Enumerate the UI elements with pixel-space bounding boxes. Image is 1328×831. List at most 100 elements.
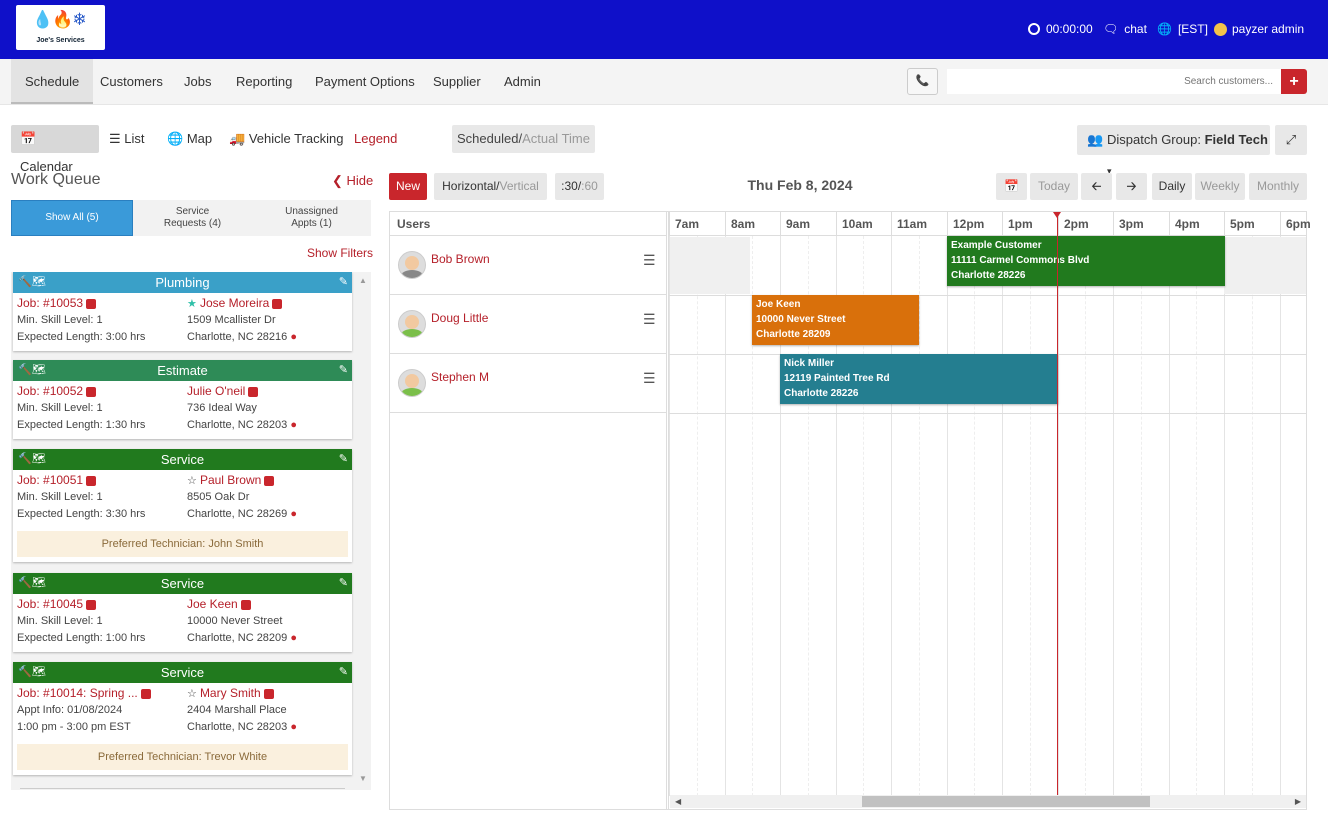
customer-link[interactable]: Jose Moreira xyxy=(200,296,269,310)
tools-icon[interactable]: 🔨🗺 xyxy=(18,272,46,293)
user-row[interactable]: Doug Little ☰ xyxy=(390,295,666,354)
customer-link[interactable]: Paul Brown xyxy=(200,473,261,487)
view-calendar[interactable]: 📅 Calendar xyxy=(11,125,99,174)
job-number-link[interactable]: Job: #10045 xyxy=(17,597,83,611)
external-link-icon[interactable] xyxy=(140,689,151,700)
customer-link[interactable]: Joe Keen xyxy=(187,597,238,611)
star-outline-icon[interactable]: ☆ xyxy=(187,475,197,487)
map-pin-icon[interactable]: ● xyxy=(290,331,297,343)
next-button[interactable]: 🡢 xyxy=(1116,173,1147,200)
nav-schedule[interactable]: Schedule xyxy=(11,59,94,104)
orientation-toggle[interactable]: Horizontal/Vertical xyxy=(434,173,547,200)
weekly-button[interactable]: Weekly xyxy=(1195,173,1245,200)
external-link-icon[interactable] xyxy=(86,387,97,398)
job-card[interactable]: 🔨🗺 Service ✎ Job: #10051 ☆ Paul Brown Min. Sk… xyxy=(13,449,352,562)
nav-supplier[interactable]: Supplier xyxy=(419,59,495,104)
edit-icon[interactable]: ✎ xyxy=(339,272,348,293)
tab-unassigned-appts[interactable]: Unassigned Appts (1) xyxy=(252,200,371,236)
legend-link[interactable]: Legend xyxy=(354,125,397,153)
external-link-icon[interactable] xyxy=(86,299,97,310)
work-queue-list[interactable]: 🔨🗺 Plumbing ✎ Job: #10053 ★ Jose Moreira Min.… xyxy=(11,272,371,790)
user-row[interactable]: Bob Brown ☰ xyxy=(390,236,666,295)
company-logo[interactable]: 💧🔥❄ Joe's Services xyxy=(16,5,105,50)
map-pin-icon[interactable]: ● xyxy=(290,632,297,644)
view-list[interactable]: ☰ List xyxy=(100,125,154,153)
scrollbar-thumb[interactable] xyxy=(862,796,1150,807)
appointment-block[interactable]: Example Customer 11111 Carmel Commons Blv… xyxy=(947,236,1225,286)
job-number-link[interactable]: Job: #10053 xyxy=(17,296,83,310)
new-button[interactable]: New xyxy=(389,173,427,200)
today-button[interactable]: Today xyxy=(1030,173,1078,200)
star-outline-icon[interactable]: ☆ xyxy=(187,688,197,700)
timezone-link[interactable]: 🌐 [EST] xyxy=(1157,20,1208,38)
external-link-icon[interactable] xyxy=(240,600,251,611)
external-link-icon[interactable] xyxy=(248,387,259,398)
dispatch-group-dropdown[interactable]: 👥 Dispatch Group: Field Tech ▾ xyxy=(1077,125,1270,176)
external-link-icon[interactable] xyxy=(272,299,283,310)
user-name-link[interactable]: Bob Brown xyxy=(431,252,490,266)
tools-icon[interactable]: 🔨🗺 xyxy=(18,360,46,381)
external-link-icon[interactable] xyxy=(86,600,97,611)
chat-link[interactable]: 🗨 chat xyxy=(1103,20,1147,38)
view-map[interactable]: 🌐 Map xyxy=(158,125,221,153)
job-number-link[interactable]: Job: #10014: Spring ... xyxy=(17,686,138,700)
job-card[interactable]: 🔨🗺 Plumbing ✎ Job: #10053 ★ Jose Moreira Min.… xyxy=(13,272,352,351)
edit-icon[interactable]: ✎ xyxy=(339,573,348,594)
user-row[interactable]: Stephen M ☰ xyxy=(390,354,666,413)
customer-link[interactable]: Mary Smith xyxy=(200,686,261,700)
job-number-link[interactable]: Job: #10052 xyxy=(17,384,83,398)
job-card[interactable]: 🔨🗺 Service ✎ Job: #10014: Spring ... ☆ Mary … xyxy=(13,662,352,775)
timer[interactable]: 00:00:00 xyxy=(1028,20,1093,38)
interval-toggle[interactable]: :30/:60 xyxy=(555,173,604,200)
edit-icon[interactable]: ✎ xyxy=(339,449,348,470)
scroll-left-icon[interactable]: ◀ xyxy=(675,795,681,808)
edit-icon[interactable]: ✎ xyxy=(339,360,348,381)
job-number-link[interactable]: Job: #10051 xyxy=(17,473,83,487)
view-vehicle-tracking[interactable]: 🚚 Vehicle Tracking xyxy=(220,125,352,153)
tab-show-all[interactable]: Show All (5) xyxy=(11,200,133,236)
nav-payment-options[interactable]: Payment Options xyxy=(301,59,429,104)
scroll-right-icon[interactable]: ▶ xyxy=(1295,795,1301,808)
search-customers-input[interactable] xyxy=(947,69,1281,94)
show-filters-link[interactable]: Show Filters xyxy=(307,246,373,260)
nav-customers[interactable]: Customers xyxy=(86,59,177,104)
user-name-link[interactable]: Stephen M xyxy=(431,370,489,384)
scroll-down-icon[interactable]: ▼ xyxy=(359,774,367,783)
star-filled-icon[interactable]: ★ xyxy=(187,298,197,310)
scroll-up-icon[interactable]: ▲ xyxy=(359,276,367,285)
appointment-block[interactable]: Nick Miller 12119 Painted Tree Rd Charlott… xyxy=(780,354,1058,404)
queue-scrollbar[interactable]: ▲ ▼ xyxy=(355,272,371,790)
monthly-button[interactable]: Monthly xyxy=(1249,173,1307,200)
prev-button[interactable]: 🡠 xyxy=(1081,173,1112,200)
map-pin-icon[interactable]: ● xyxy=(290,419,297,431)
menu-icon[interactable]: ☰ xyxy=(643,252,656,269)
tools-icon[interactable]: 🔨🗺 xyxy=(18,449,46,470)
external-link-icon[interactable] xyxy=(263,689,274,700)
appointment-block[interactable]: Joe Keen 10000 Never Street Charlotte 2820… xyxy=(752,295,919,345)
tools-icon[interactable]: 🔨🗺 xyxy=(18,662,46,683)
add-customer-button[interactable]: + xyxy=(1281,69,1307,94)
user-name-link[interactable]: Doug Little xyxy=(431,311,488,325)
scheduled-actual-toggle[interactable]: Scheduled/Actual Time xyxy=(452,125,595,153)
external-link-icon[interactable] xyxy=(86,476,97,487)
nav-reporting[interactable]: Reporting xyxy=(222,59,306,104)
menu-icon[interactable]: ☰ xyxy=(643,311,656,328)
nav-jobs[interactable]: Jobs xyxy=(170,59,225,104)
edit-icon[interactable]: ✎ xyxy=(339,662,348,683)
daily-button[interactable]: Daily xyxy=(1152,173,1192,200)
map-pin-icon[interactable]: ● xyxy=(290,508,297,520)
nav-admin[interactable]: Admin xyxy=(490,59,555,104)
external-link-icon[interactable] xyxy=(264,476,275,487)
user-menu[interactable]: payzer admin xyxy=(1214,20,1304,38)
phone-button[interactable]: 📞 xyxy=(907,68,938,95)
customer-link[interactable]: Julie O'neil xyxy=(187,384,245,398)
hide-link[interactable]: ❮ Hide xyxy=(332,173,373,189)
date-picker-button[interactable]: 📅 xyxy=(996,173,1027,200)
map-pin-icon[interactable]: ● xyxy=(290,721,297,733)
job-card[interactable]: 🔨🗺 Estimate ✎ Job: #10052 Julie O'neil Min. S… xyxy=(13,360,352,439)
tab-service-requests[interactable]: Service Requests (4) xyxy=(133,200,252,236)
menu-icon[interactable]: ☰ xyxy=(643,370,656,387)
job-card[interactable]: 🔨🗺 Service ✎ Job: #10045 Joe Keen Min. Skill … xyxy=(13,573,352,652)
tools-icon[interactable]: 🔨🗺 xyxy=(18,573,46,594)
expand-button[interactable]: ⤢ xyxy=(1275,125,1307,155)
